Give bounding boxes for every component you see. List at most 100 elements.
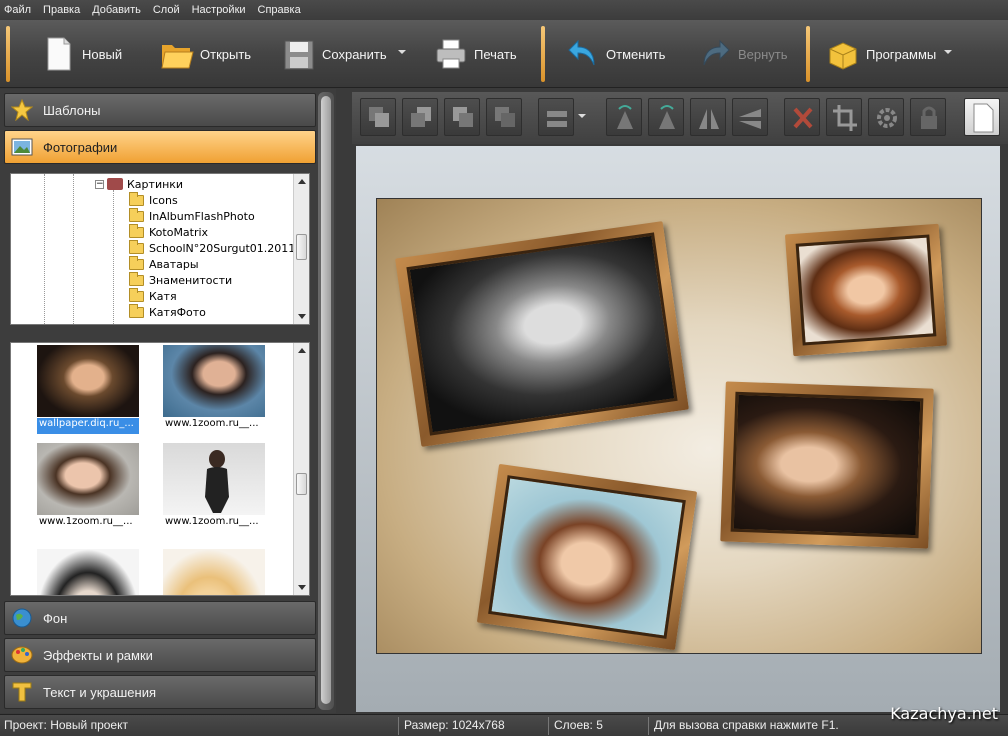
- send-to-back-button[interactable]: [486, 98, 522, 136]
- menu-file[interactable]: Файл: [4, 4, 31, 16]
- scroll-down-icon[interactable]: [298, 585, 306, 590]
- tree-folder-item[interactable]: КатяФото: [129, 303, 206, 320]
- folder-icon: [129, 191, 144, 206]
- accordion-templates[interactable]: Шаблоны: [4, 93, 316, 127]
- collage-canvas[interactable]: [376, 198, 982, 654]
- accordion-effects[interactable]: Эффекты и рамки: [4, 638, 316, 672]
- photo-thumbnail[interactable]: www.1zoom.ru__...: [163, 443, 265, 535]
- tree-scrollbar[interactable]: [293, 174, 309, 324]
- main-toolbar: Новый Открыть Сохранить Печать Отменить …: [0, 20, 1008, 88]
- accordion-background[interactable]: Фон: [4, 601, 316, 635]
- photo-frame[interactable]: [395, 221, 689, 447]
- new-button[interactable]: Новый: [42, 30, 122, 78]
- thumbnail-caption: wallpaper.diq.ru_...: [37, 418, 139, 434]
- undo-button[interactable]: Отменить: [566, 30, 665, 78]
- save-label: Сохранить: [322, 46, 387, 62]
- left-panel-scroll-thumb[interactable]: [321, 96, 331, 704]
- accordion-text[interactable]: Текст и украшения: [4, 675, 316, 709]
- programs-box-icon: [826, 35, 860, 73]
- thumbnail-image: [37, 345, 139, 417]
- framed-photo: [730, 391, 924, 539]
- bring-forward-button[interactable]: [402, 98, 438, 136]
- folder-icon: [129, 303, 144, 318]
- print-button[interactable]: Печать: [434, 30, 517, 78]
- open-label: Открыть: [200, 46, 252, 62]
- new-label: Новый: [82, 46, 123, 62]
- tree-root-row[interactable]: − Картинки: [95, 176, 183, 192]
- status-layers: Слоев: 5: [554, 718, 603, 732]
- tree-folder-item[interactable]: InAlbumFlashPhoto: [129, 207, 255, 224]
- send-backward-button[interactable]: [444, 98, 480, 136]
- tree-folder-item[interactable]: Знаменитости: [129, 271, 233, 288]
- status-divider: [548, 717, 549, 735]
- crop-button[interactable]: [826, 98, 862, 136]
- status-bar: Проект: Новый проект Размер: 1024x768 Сл…: [0, 714, 1008, 736]
- redo-button[interactable]: Вернуть: [698, 30, 788, 78]
- thumbnail-caption: www.1zoom.ru__...: [165, 418, 259, 429]
- rotate-right-button[interactable]: [648, 98, 684, 136]
- photo-thumbnail[interactable]: [37, 549, 139, 595]
- bring-to-front-button[interactable]: [360, 98, 396, 136]
- status-divider: [648, 717, 649, 735]
- folder-tree[interactable]: − Картинки Icons InAlbumFlashPhoto KotoM…: [10, 173, 310, 325]
- delete-x-icon: [793, 107, 813, 129]
- photo-frame[interactable]: [476, 463, 698, 651]
- photo-thumbnail-grid[interactable]: wallpaper.diq.ru_... www.1zoom.ru__... w…: [10, 342, 310, 596]
- tree-folder-item[interactable]: KotoMatrix: [129, 223, 208, 240]
- programs-dropdown-arrow[interactable]: [944, 50, 952, 54]
- left-panel-scrollbar[interactable]: [318, 92, 334, 710]
- rotate-left-icon: [617, 105, 633, 129]
- globe-icon: [11, 607, 33, 629]
- tree-folder-label: Катя: [149, 289, 177, 303]
- folder-icon: [129, 271, 144, 286]
- flip-vertical-icon: [739, 109, 761, 129]
- lock-icon: [921, 106, 937, 129]
- tree-root-label: Картинки: [127, 177, 184, 191]
- flip-horizontal-button[interactable]: [690, 98, 726, 136]
- thumbnail-scroll-thumb[interactable]: [296, 473, 307, 495]
- page-button[interactable]: [964, 98, 1000, 136]
- tree-folder-item[interactable]: SchoolN°20Surgut01.2011: [129, 239, 295, 256]
- toolbar-separator: [541, 26, 545, 82]
- tree-folder-label: КатяФото: [149, 305, 206, 319]
- text-t-icon: [11, 681, 33, 703]
- figure-silhouette-icon: [205, 450, 229, 513]
- align-button[interactable]: [538, 98, 574, 136]
- menu-settings[interactable]: Настройки: [192, 4, 246, 16]
- photo-thumbnail[interactable]: www.1zoom.ru__...: [163, 345, 265, 437]
- photo-frame[interactable]: [720, 381, 934, 549]
- menu-add[interactable]: Добавить: [92, 4, 141, 16]
- accordion-photos[interactable]: Фотографии: [4, 130, 316, 164]
- scroll-up-icon[interactable]: [298, 179, 306, 184]
- flip-vertical-button[interactable]: [732, 98, 768, 136]
- photo-thumbnail[interactable]: [163, 549, 265, 595]
- photo-thumbnail[interactable]: www.1zoom.ru__...: [37, 443, 139, 535]
- photo-frame[interactable]: [784, 223, 948, 357]
- tree-guide-line: [44, 174, 45, 324]
- save-button[interactable]: Сохранить: [282, 30, 387, 78]
- scroll-down-icon[interactable]: [298, 314, 306, 319]
- menu-edit[interactable]: Правка: [43, 4, 80, 16]
- programs-button[interactable]: Программы: [826, 30, 936, 78]
- tree-folder-label: Icons: [149, 193, 178, 207]
- tree-folder-item[interactable]: Аватары: [129, 255, 199, 272]
- accordion-effects-label: Эффекты и рамки: [43, 647, 153, 663]
- tree-folder-item[interactable]: Катя: [129, 287, 177, 304]
- align-dropdown-arrow[interactable]: [578, 114, 586, 118]
- photo-thumbnail[interactable]: wallpaper.diq.ru_...: [37, 345, 139, 437]
- rotate-left-button[interactable]: [606, 98, 642, 136]
- scroll-up-icon[interactable]: [298, 348, 306, 353]
- tree-scroll-thumb[interactable]: [296, 234, 307, 260]
- open-button[interactable]: Открыть: [160, 30, 251, 78]
- collapse-toggle-icon[interactable]: −: [95, 179, 104, 189]
- delete-button[interactable]: [784, 98, 820, 136]
- properties-button[interactable]: [868, 98, 904, 136]
- menu-layer[interactable]: Слой: [153, 4, 180, 16]
- lock-button[interactable]: [910, 98, 946, 136]
- tree-folder-label: Знаменитости: [149, 273, 233, 287]
- menu-help[interactable]: Справка: [258, 4, 301, 16]
- save-dropdown-arrow[interactable]: [398, 50, 406, 54]
- tree-folder-item[interactable]: Icons: [129, 191, 178, 208]
- thumbnail-scrollbar[interactable]: [293, 343, 309, 595]
- thumbnail-image: [163, 345, 265, 417]
